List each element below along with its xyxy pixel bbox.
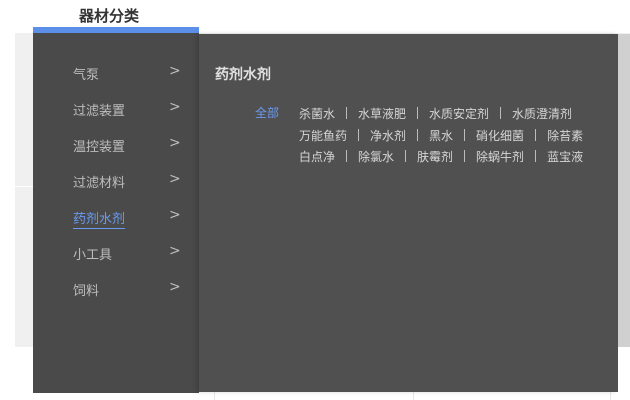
tag-link[interactable]: 除氯水	[358, 150, 394, 164]
tag-link[interactable]: 水质安定剂	[429, 107, 489, 121]
tag-row: 杀菌水 水草液肥 水质安定剂 水质澄清剂	[299, 104, 609, 126]
tag-link[interactable]: 水质澄清剂	[512, 107, 572, 121]
tab-equipment-category[interactable]: 器材分类	[79, 5, 139, 26]
menu-item-label: 气泵	[73, 68, 100, 83]
separator	[358, 128, 360, 141]
separator	[346, 107, 348, 119]
tag-link[interactable]: 万能鱼药	[299, 129, 347, 143]
menu-item-label: 饲料	[73, 284, 100, 299]
chevron-right-icon: >	[169, 171, 181, 187]
tag-link[interactable]: 蓝宝液	[547, 150, 583, 164]
chevron-right-icon: >	[169, 207, 181, 223]
separator	[464, 150, 466, 162]
menu-item-label: 温控装置	[73, 140, 126, 155]
separator	[500, 107, 502, 119]
menu-item[interactable]: 小工具 >	[73, 243, 183, 266]
menu-item[interactable]: 药剂水剂 >	[73, 207, 183, 230]
panel-title: 药剂水剂	[215, 67, 271, 83]
menu-item-label: 小工具	[73, 248, 113, 263]
menu-item-label: 过滤装置	[73, 104, 126, 119]
divider	[413, 392, 414, 400]
category-menu: 气泵 > 过滤装置 > 温控装置 > 过滤材料 > 药剂水剂 > 小工具 > 饲料 >	[33, 33, 199, 393]
tag-link[interactable]: 除蜗牛剂	[476, 150, 524, 164]
menu-item[interactable]: 过滤材料 >	[73, 171, 183, 194]
menu-item[interactable]: 过滤装置 >	[73, 99, 183, 122]
separator	[417, 107, 419, 119]
divider	[214, 392, 215, 400]
tag-link[interactable]: 肤霉剂	[417, 150, 453, 164]
tag-link[interactable]: 水草液肥	[358, 107, 406, 121]
tag-link[interactable]: 净水剂	[370, 129, 406, 143]
separator	[346, 150, 348, 162]
menu-item[interactable]: 饲料 >	[73, 279, 183, 302]
divider	[610, 392, 611, 400]
chevron-right-icon: >	[169, 243, 181, 259]
separator	[535, 150, 537, 162]
separator	[405, 150, 407, 162]
chevron-right-icon: >	[169, 99, 181, 115]
separator	[464, 128, 466, 141]
tag-link[interactable]: 除苔素	[547, 129, 583, 143]
all-link[interactable]: 全部	[255, 104, 279, 121]
tag-row: 万能鱼药 净水剂 黑水 硝化细菌 除苔素	[299, 126, 609, 148]
menu-item[interactable]: 温控装置 >	[73, 135, 183, 158]
tag-row: 白点净 除氯水 肤霉剂 除蜗牛剂 蓝宝液	[299, 147, 609, 169]
tag-link[interactable]: 白点净	[299, 150, 335, 164]
tag-link[interactable]: 硝化细菌	[476, 129, 524, 143]
chevron-right-icon: >	[169, 135, 181, 151]
chevron-right-icon: >	[169, 63, 181, 79]
scrollbar[interactable]	[618, 34, 630, 347]
chevron-right-icon: >	[169, 279, 181, 295]
tag-link[interactable]: 杀菌水	[299, 107, 335, 121]
tag-list: 杀菌水 水草液肥 水质安定剂 水质澄清剂万能鱼药 净水剂 黑水 硝化细菌 除苔素白点净 除氯水 肤…	[299, 104, 609, 169]
menu-item-label: 过滤材料	[73, 176, 126, 191]
tag-link[interactable]: 黑水	[429, 129, 453, 143]
menu-item-label: 药剂水剂	[73, 208, 126, 229]
subcategory-panel: 药剂水剂 全部 杀菌水 水草液肥 水质安定剂 水质澄清剂万能鱼药 净水剂 黑水 硝化细菌 除苔…	[199, 34, 618, 392]
menu-item[interactable]: 气泵 >	[73, 63, 183, 86]
separator	[417, 128, 419, 141]
separator	[535, 128, 537, 141]
